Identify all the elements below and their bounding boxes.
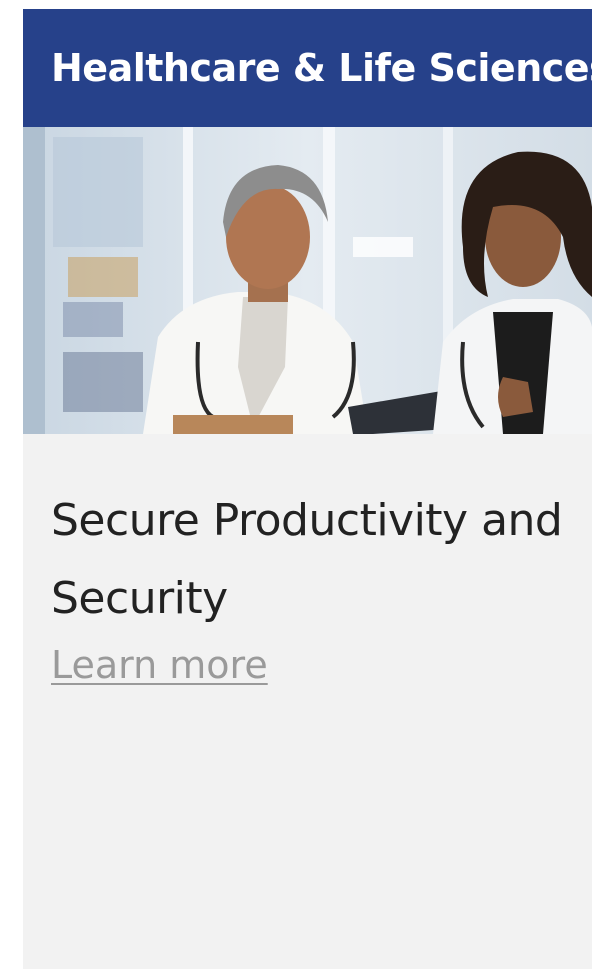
learn-more-link[interactable]: Learn more xyxy=(51,640,268,690)
card-hero-image xyxy=(23,127,592,434)
card-title: Secure Productivity and Security xyxy=(51,495,563,624)
card-body: Secure Productivity and Security Learn m… xyxy=(23,434,592,690)
industry-card: Healthcare & Life Sciences Secure Produc… xyxy=(23,9,592,969)
card-header: Healthcare & Life Sciences xyxy=(23,9,592,127)
card-header-title: Healthcare & Life Sciences xyxy=(51,46,592,90)
